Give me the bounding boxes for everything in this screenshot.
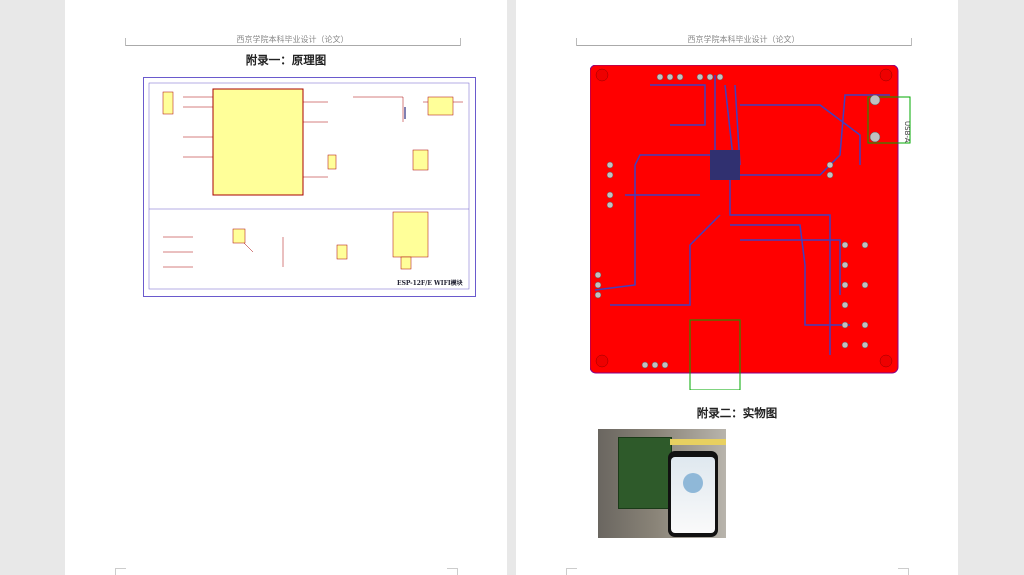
pcb-image: USB-A [590,65,911,390]
margin-mark [447,568,458,575]
margin-mark [115,568,126,575]
page-1: 西京学院本科毕业设计（论文） 附录一：原理图 ESP-12F/E WIFI模块 [65,0,507,575]
margin-mark [898,568,909,575]
margin-mark [566,568,577,575]
photo-phone [668,451,718,537]
margin-mark [576,38,577,46]
photo-usb-cable [670,439,726,445]
page-header: 西京学院本科毕业设计（论文） [236,35,349,44]
margin-mark [125,38,126,46]
photo-pcb-board [618,437,672,509]
margin-mark [460,38,461,46]
page-2: 西京学院本科毕业设计（论文） USB-A 附录二：实物图 [516,0,958,575]
appendix-title: 附录二：实物图 [696,406,778,420]
margin-mark [911,38,912,46]
pcb-usb-label: USB-A [903,121,911,143]
header-rule [576,45,911,46]
schematic-label: ESP-12F/E WIFI模块 [397,280,463,287]
header-rule [125,45,460,46]
page-header: 西京学院本科毕业设计（论文） [687,35,800,44]
schematic-image [143,77,476,297]
appendix-title: 附录一：原理图 [245,53,327,67]
product-photo [598,429,726,538]
